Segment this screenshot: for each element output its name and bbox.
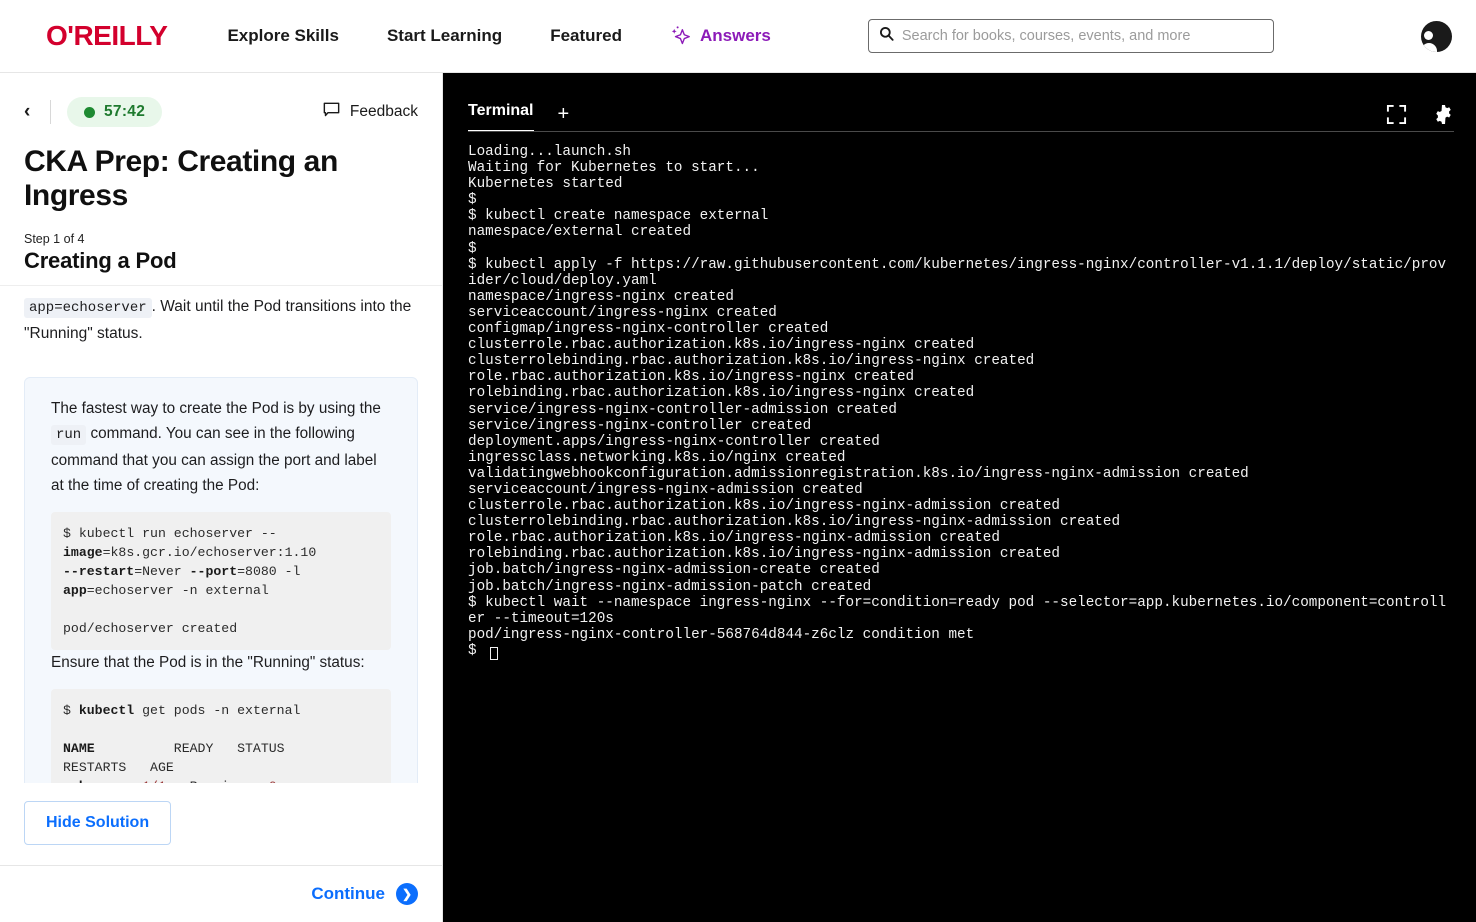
terminal-actions bbox=[1386, 104, 1454, 132]
lesson-panel: ‹ 57:42 Feedback CKA Prep: Creating an I… bbox=[0, 73, 443, 922]
speech-bubble-icon bbox=[323, 102, 340, 123]
code1-line4-rest: =echoserver -n external bbox=[87, 583, 269, 598]
code2-row-ready: 1/1 bbox=[142, 779, 166, 783]
sparkle-icon bbox=[670, 25, 692, 47]
code2-header-rest: READY STATUS RESTARTS AGE bbox=[63, 741, 285, 775]
main-content: ‹ 57:42 Feedback CKA Prep: Creating an I… bbox=[0, 73, 1476, 922]
solution-code-block-run: $ kubectl run echoserver -- image=k8s.gc… bbox=[51, 512, 391, 650]
terminal-output-text: Loading...launch.sh Waiting for Kubernet… bbox=[468, 144, 1446, 659]
solution-intro-after: command. You can see in the following co… bbox=[51, 425, 377, 494]
new-terminal-tab-button[interactable]: + bbox=[558, 104, 570, 132]
instruction-inline-code: app=echoserver bbox=[24, 298, 152, 318]
terminal-cursor bbox=[490, 647, 498, 660]
solution-intro-before: The fastest way to create the Pod is by … bbox=[51, 400, 381, 417]
back-button[interactable]: ‹ bbox=[24, 101, 50, 123]
code1-line3-bold1: --restart bbox=[63, 564, 134, 579]
lesson-body[interactable]: app=echoserver. Wait until the Pod trans… bbox=[0, 274, 442, 783]
code2-header-name: NAME bbox=[63, 741, 95, 756]
solution-intro: The fastest way to create the Pod is by … bbox=[51, 396, 391, 498]
code2-row-restarts: 0 bbox=[269, 779, 277, 783]
solution-code-block-getpods: $ kubectl get pods -n external NAME READ… bbox=[51, 689, 391, 783]
solution-ensure-text: Ensure that the Pod is in the "Running" … bbox=[51, 650, 391, 675]
header-divider bbox=[50, 100, 51, 124]
step-title: Creating a Pod bbox=[24, 248, 418, 274]
gear-icon[interactable] bbox=[1433, 104, 1454, 125]
code2-prompt: $ bbox=[63, 703, 79, 718]
instruction-paragraph: app=echoserver. Wait until the Pod trans… bbox=[24, 294, 418, 347]
code1-line3-rest: =8080 -l bbox=[237, 564, 300, 579]
continue-bar[interactable]: Continue ❯ bbox=[0, 865, 442, 922]
hide-solution-button[interactable]: Hide Solution bbox=[24, 801, 171, 845]
search-input[interactable] bbox=[902, 28, 1263, 44]
continue-label: Continue bbox=[311, 884, 385, 904]
code1-line3-mid: =Never bbox=[134, 564, 189, 579]
feedback-label: Feedback bbox=[350, 103, 418, 121]
page-title: CKA Prep: Creating an Ingress bbox=[24, 145, 418, 213]
code1-line3-bold2: --port bbox=[190, 564, 237, 579]
code1-output: pod/echoserver created bbox=[63, 621, 237, 636]
solution-actions: Hide Solution bbox=[0, 783, 442, 865]
lesson-header: ‹ 57:42 Feedback CKA Prep: Creating an I… bbox=[0, 73, 442, 274]
nav-item-answers[interactable]: Answers bbox=[670, 25, 771, 47]
code1-line4-bold: app bbox=[63, 583, 87, 598]
terminal-panel: Terminal + Loading...lau bbox=[443, 73, 1476, 922]
code1-line1: $ kubectl run echoserver -- bbox=[63, 526, 277, 541]
tab-terminal[interactable]: Terminal bbox=[468, 102, 534, 132]
terminal-output-area[interactable]: Loading...launch.sh Waiting for Kubernet… bbox=[443, 132, 1476, 922]
search-icon bbox=[879, 26, 902, 46]
code2-row-name: echoserver bbox=[63, 779, 142, 783]
nav-item-featured[interactable]: Featured bbox=[550, 26, 622, 46]
timer-value: 57:42 bbox=[104, 103, 145, 121]
timer-badge: 57:42 bbox=[67, 97, 162, 127]
chevron-right-icon: ❯ bbox=[396, 883, 418, 905]
step-counter: Step 1 of 4 bbox=[24, 232, 418, 246]
nav-item-answers-label: Answers bbox=[700, 26, 771, 46]
clipped-text-row bbox=[24, 284, 418, 292]
code1-line2-bold: image bbox=[63, 545, 103, 560]
terminal-tab-underline bbox=[468, 131, 1454, 132]
code2-row-status: Running bbox=[166, 779, 269, 783]
solution-inline-code-run: run bbox=[51, 425, 86, 445]
timer-status-dot bbox=[84, 107, 95, 118]
code2-cmd-bold: kubectl bbox=[79, 703, 134, 718]
nav-item-start-learning[interactable]: Start Learning bbox=[387, 26, 502, 46]
search-bar[interactable] bbox=[868, 19, 1274, 53]
feedback-button[interactable]: Feedback bbox=[323, 102, 418, 123]
code1-line2-rest: =k8s.gcr.io/echoserver:1.10 bbox=[103, 545, 317, 560]
nav-item-explore-skills[interactable]: Explore Skills bbox=[227, 26, 339, 46]
code2-cmd-rest: get pods -n external bbox=[134, 703, 300, 718]
avatar[interactable] bbox=[1421, 21, 1452, 52]
terminal-output: Loading...launch.sh Waiting for Kubernet… bbox=[468, 144, 1454, 659]
nav-links: Explore Skills Start Learning Featured A… bbox=[227, 25, 770, 47]
oreilly-logo[interactable]: O'REILLY bbox=[46, 20, 167, 52]
top-navigation-bar: O'REILLY Explore Skills Start Learning F… bbox=[0, 0, 1476, 73]
fullscreen-icon[interactable] bbox=[1386, 104, 1407, 125]
solution-box: The fastest way to create the Pod is by … bbox=[24, 377, 418, 783]
terminal-tab-bar: Terminal + bbox=[443, 73, 1476, 132]
